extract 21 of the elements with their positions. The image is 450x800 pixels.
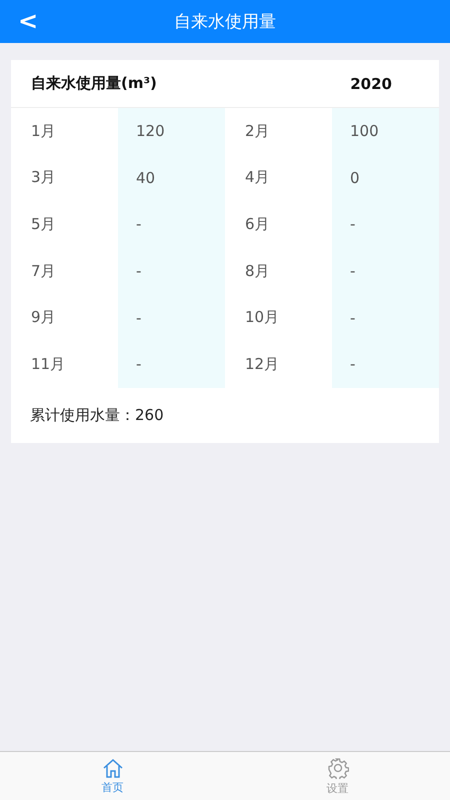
- home-icon: [102, 758, 124, 778]
- tab[interactable]: 设置: [225, 752, 450, 800]
- value-cell: -: [118, 340, 225, 388]
- window-title: 自来水使用量: [174, 11, 276, 33]
- card-title: 自来水使用量(m³): [31, 74, 157, 93]
- value-cell: -: [332, 201, 439, 248]
- back-button[interactable]: <: [12, 6, 44, 36]
- value-cell: 100: [332, 108, 439, 155]
- total-usage: 累计使用水量：260: [29, 404, 165, 426]
- value-cell: 40: [118, 154, 225, 202]
- value-cell: -: [332, 248, 439, 294]
- value-cell: -: [332, 294, 439, 341]
- value-cell: 0: [332, 154, 439, 202]
- value-cell: -: [332, 340, 439, 388]
- value-cell: -: [118, 201, 225, 248]
- value-cell: 120: [118, 108, 225, 155]
- value-cell: -: [118, 294, 225, 341]
- settings-icon: [326, 756, 348, 778]
- year-label: 2020: [350, 74, 392, 92]
- value-cell: -: [118, 248, 225, 294]
- tab[interactable]: 首页: [0, 752, 225, 800]
